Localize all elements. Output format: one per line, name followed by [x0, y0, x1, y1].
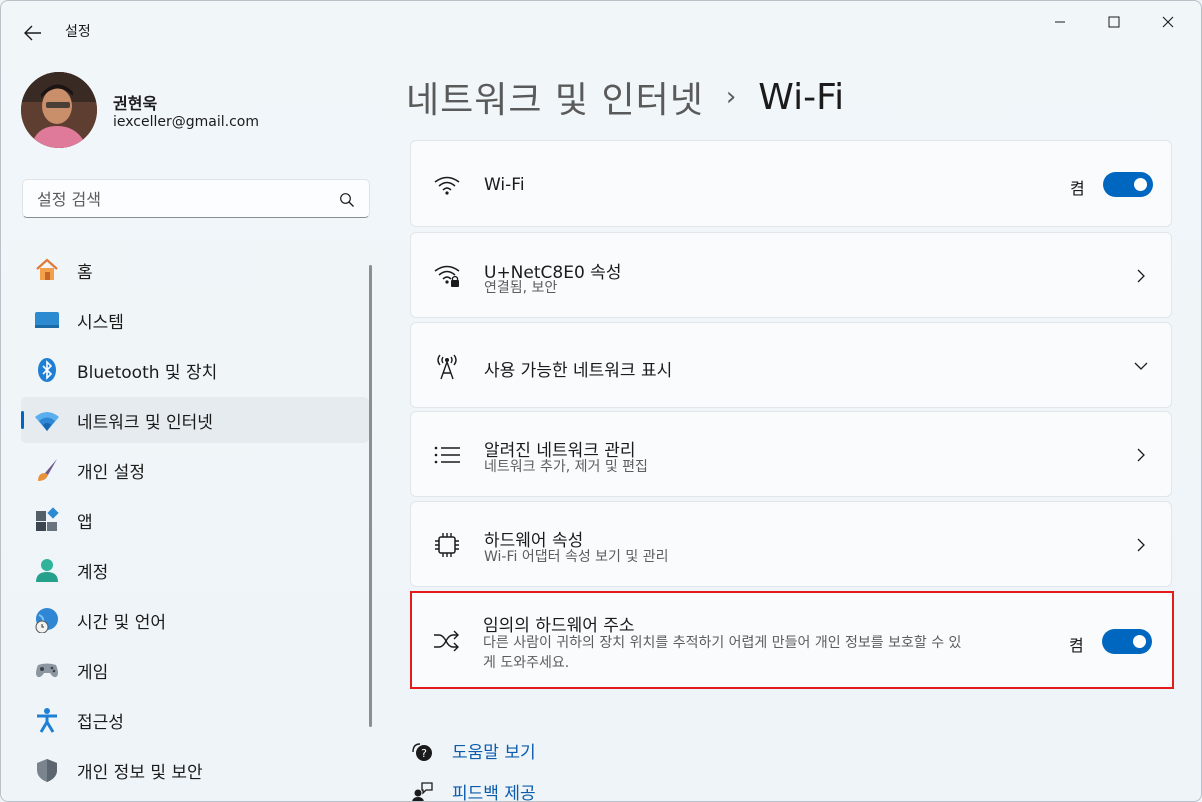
sidebar-item-accessibility[interactable]: 접근성: [21, 697, 369, 743]
profile-photo: [21, 72, 97, 148]
network-icon: [33, 406, 61, 434]
brush-icon: [33, 456, 61, 484]
svg-text:?: ?: [421, 747, 427, 760]
user-email: iexceller@gmail.com: [113, 114, 259, 130]
sidebar-item-gaming[interactable]: 게임: [21, 647, 369, 693]
chevron-right-icon: [1137, 448, 1145, 462]
random-address-desc-line2: 게 도와주세요.: [483, 655, 570, 671]
chevron-right-icon: [1137, 269, 1145, 283]
breadcrumb-separator: ›: [725, 82, 737, 112]
sidebar-item-privacy[interactable]: 개인 정보 및 보안: [21, 747, 369, 793]
sidebar-item-label: 시스템: [77, 312, 124, 333]
help-link-text[interactable]: 도움말 보기: [452, 738, 536, 763]
sidebar-item-apps[interactable]: 앱: [21, 497, 369, 543]
hardware-properties-card[interactable]: 하드웨어 속성 Wi-Fi 어댑터 속성 보기 및 관리: [410, 501, 1172, 587]
maximize-icon: [1108, 16, 1120, 28]
time-language-icon: [33, 606, 61, 634]
close-button[interactable]: [1145, 7, 1191, 37]
wifi-icon: [431, 169, 463, 201]
apps-icon: [33, 506, 61, 534]
wifi-toggle[interactable]: [1103, 172, 1153, 197]
shield-icon: [33, 756, 61, 784]
hardware-properties-subtitle: Wi-Fi 어댑터 속성 보기 및 관리: [484, 549, 669, 565]
sidebar-item-network[interactable]: 네트워크 및 인터넷: [21, 397, 369, 443]
sidebar-item-label: 홈: [77, 262, 93, 283]
help-link[interactable]: ? 도움말 보기: [410, 738, 536, 763]
sidebar-item-label: Bluetooth 및 장치: [77, 362, 218, 383]
shuffle-icon: [430, 625, 462, 657]
wifi-lock-icon: [431, 260, 463, 292]
sidebar-item-label: 계정: [77, 562, 109, 583]
maximize-button[interactable]: [1091, 7, 1137, 37]
app-title: 설정: [65, 24, 91, 40]
sidebar-scrollbar[interactable]: [369, 265, 372, 727]
chevron-down-icon: [1134, 362, 1148, 370]
help-icon: ?: [410, 739, 434, 763]
avatar[interactable]: [21, 72, 97, 148]
back-button[interactable]: [19, 21, 47, 45]
back-arrow-icon: [24, 25, 41, 41]
feedback-link[interactable]: 피드백 제공: [410, 779, 536, 801]
available-networks-title: 사용 가능한 네트워크 표시: [484, 361, 673, 381]
close-icon: [1162, 16, 1174, 28]
available-networks-card[interactable]: 사용 가능한 네트워크 표시: [410, 322, 1172, 408]
sidebar-item-time-language[interactable]: 시간 및 언어: [21, 597, 369, 643]
antenna-icon: [431, 350, 463, 382]
sidebar-item-label: 게임: [77, 662, 109, 683]
gamepad-icon: [33, 656, 61, 684]
home-icon: [33, 256, 61, 284]
random-address-toggle-state: 켬: [1069, 636, 1084, 655]
random-address-toggle[interactable]: [1102, 629, 1152, 654]
sidebar-item-label: 앱: [77, 512, 93, 533]
wifi-title: Wi-Fi: [484, 175, 525, 195]
sidebar-item-label: 개인 정보 및 보안: [77, 762, 203, 783]
sidebar-nav: 홈 시스템 Bluetooth 및 장치 네트워크 및 인터넷 개인 설정 앱 …: [21, 247, 369, 797]
known-networks-subtitle: 네트워크 추가, 제거 및 편집: [484, 459, 648, 475]
network-status: 연결됨, 보안: [484, 280, 558, 296]
sidebar-item-label: 시간 및 언어: [77, 612, 167, 633]
sidebar-item-accounts[interactable]: 계정: [21, 547, 369, 593]
connected-network-card[interactable]: U+NetC8E0 속성 연결됨, 보안: [410, 232, 1172, 318]
sidebar-item-bluetooth[interactable]: Bluetooth 및 장치: [21, 347, 369, 393]
sidebar-item-home[interactable]: 홈: [21, 247, 369, 293]
sidebar-item-personalization[interactable]: 개인 설정: [21, 447, 369, 493]
chip-icon: [431, 529, 463, 561]
list-icon: [431, 439, 463, 471]
sidebar-item-label: 접근성: [77, 712, 124, 733]
search-box: [22, 179, 370, 219]
sidebar-item-system[interactable]: 시스템: [21, 297, 369, 343]
sidebar-item-label: 개인 설정: [77, 462, 145, 483]
page-title: Wi-Fi: [758, 76, 845, 118]
sidebar-item-label: 네트워크 및 인터넷: [77, 412, 213, 433]
random-address-desc-line1: 다른 사람이 귀하의 장치 위치를 추적하기 어렵게 만들어 개인 정보를 보호…: [483, 635, 962, 651]
minimize-button[interactable]: [1037, 7, 1083, 37]
feedback-icon: [410, 780, 434, 801]
system-icon: [33, 306, 61, 334]
breadcrumb: 네트워크 및 인터넷 › Wi-Fi: [406, 71, 845, 123]
chevron-right-icon: [1137, 538, 1145, 552]
accessibility-icon: [33, 706, 61, 734]
search-icon[interactable]: [339, 192, 355, 208]
breadcrumb-parent[interactable]: 네트워크 및 인터넷: [406, 71, 704, 123]
toggle-knob: [1134, 178, 1147, 191]
user-name: 권현욱: [113, 94, 158, 113]
toggle-knob: [1133, 635, 1146, 648]
bluetooth-icon: [33, 356, 61, 384]
known-networks-card[interactable]: 알려진 네트워크 관리 네트워크 추가, 제거 및 편집: [410, 411, 1172, 497]
wifi-toggle-card: Wi-Fi 켬: [410, 140, 1172, 227]
search-input[interactable]: [35, 180, 339, 219]
random-hardware-address-card: 임의의 하드웨어 주소 다른 사람이 귀하의 장치 위치를 추적하기 어렵게 만…: [410, 593, 1172, 687]
minimize-icon: [1055, 21, 1065, 23]
account-icon: [33, 556, 61, 584]
wifi-toggle-state: 켬: [1070, 179, 1085, 198]
feedback-link-text[interactable]: 피드백 제공: [452, 779, 536, 801]
title-bar: 설정: [1, 1, 1201, 61]
settings-window: 설정 권현욱 iexceller@gmail.com 설정 검색 홈 시스템 B…: [0, 0, 1202, 802]
